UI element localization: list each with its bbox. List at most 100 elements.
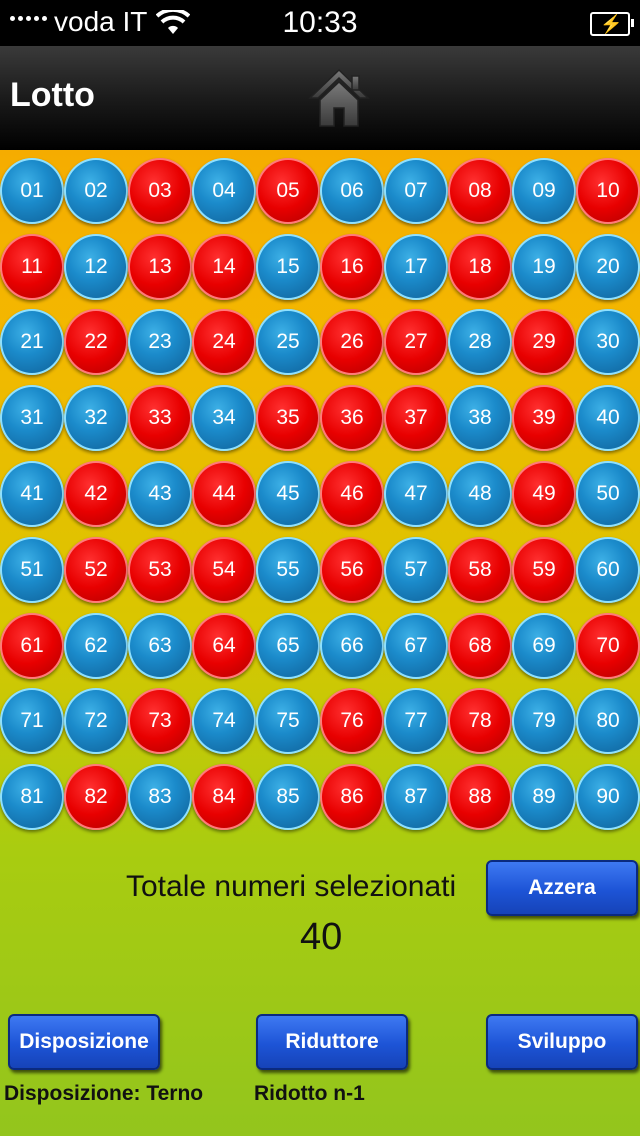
number-ball[interactable]: 71 — [0, 684, 64, 760]
number-ball[interactable]: 21 — [0, 305, 64, 381]
number-ball[interactable]: 44 — [192, 456, 256, 532]
number-ball[interactable]: 66 — [320, 608, 384, 684]
number-ball[interactable]: 68 — [448, 608, 512, 684]
number-ball[interactable]: 46 — [320, 456, 384, 532]
number-ball[interactable]: 18 — [448, 229, 512, 305]
number-ball[interactable]: 55 — [256, 532, 320, 608]
number-ball[interactable]: 34 — [192, 380, 256, 456]
number-ball[interactable]: 69 — [512, 608, 576, 684]
number-ball[interactable]: 20 — [576, 229, 640, 305]
number-ball[interactable]: 70 — [576, 608, 640, 684]
number-ball[interactable]: 87 — [384, 759, 448, 835]
number-ball[interactable]: 59 — [512, 532, 576, 608]
disposizione-info: Disposizione: Terno — [4, 1082, 204, 1105]
number-ball[interactable]: 82 — [64, 759, 128, 835]
number-ball[interactable]: 85 — [256, 759, 320, 835]
number-ball[interactable]: 31 — [0, 380, 64, 456]
number-ball[interactable]: 09 — [512, 153, 576, 229]
number-ball[interactable]: 83 — [128, 759, 192, 835]
number-ball[interactable]: 67 — [384, 608, 448, 684]
number-ball[interactable]: 32 — [64, 380, 128, 456]
number-ball[interactable]: 07 — [384, 153, 448, 229]
number-ball[interactable]: 26 — [320, 305, 384, 381]
disposizione-button[interactable]: Disposizione — [8, 1014, 160, 1070]
number-ball[interactable]: 17 — [384, 229, 448, 305]
number-ball[interactable]: 75 — [256, 684, 320, 760]
number-ball[interactable]: 39 — [512, 380, 576, 456]
number-ball[interactable]: 57 — [384, 532, 448, 608]
number-ball-label: 70 — [576, 612, 640, 679]
number-ball-label: 60 — [576, 536, 640, 603]
number-ball[interactable]: 88 — [448, 759, 512, 835]
number-ball[interactable]: 01 — [0, 153, 64, 229]
number-ball[interactable]: 48 — [448, 456, 512, 532]
number-ball[interactable]: 76 — [320, 684, 384, 760]
number-ball[interactable]: 58 — [448, 532, 512, 608]
number-ball[interactable]: 06 — [320, 153, 384, 229]
number-ball[interactable]: 29 — [512, 305, 576, 381]
number-ball[interactable]: 81 — [0, 759, 64, 835]
number-ball[interactable]: 77 — [384, 684, 448, 760]
number-ball[interactable]: 11 — [0, 229, 64, 305]
number-ball[interactable]: 28 — [448, 305, 512, 381]
number-ball-label: 89 — [512, 764, 576, 831]
number-ball[interactable]: 49 — [512, 456, 576, 532]
number-ball[interactable]: 90 — [576, 759, 640, 835]
number-ball[interactable]: 65 — [256, 608, 320, 684]
home-icon[interactable] — [308, 66, 370, 130]
number-ball[interactable]: 50 — [576, 456, 640, 532]
number-ball[interactable]: 62 — [64, 608, 128, 684]
number-ball[interactable]: 40 — [576, 380, 640, 456]
number-ball[interactable]: 52 — [64, 532, 128, 608]
number-ball[interactable]: 23 — [128, 305, 192, 381]
number-ball[interactable]: 56 — [320, 532, 384, 608]
number-ball[interactable]: 60 — [576, 532, 640, 608]
number-ball[interactable]: 80 — [576, 684, 640, 760]
number-ball[interactable]: 04 — [192, 153, 256, 229]
number-ball[interactable]: 02 — [64, 153, 128, 229]
number-ball[interactable]: 12 — [64, 229, 128, 305]
number-ball[interactable]: 30 — [576, 305, 640, 381]
number-ball[interactable]: 05 — [256, 153, 320, 229]
number-ball[interactable]: 78 — [448, 684, 512, 760]
number-ball[interactable]: 37 — [384, 380, 448, 456]
number-ball[interactable]: 08 — [448, 153, 512, 229]
number-ball[interactable]: 22 — [64, 305, 128, 381]
number-ball[interactable]: 19 — [512, 229, 576, 305]
number-ball[interactable]: 35 — [256, 380, 320, 456]
number-ball[interactable]: 51 — [0, 532, 64, 608]
number-ball[interactable]: 47 — [384, 456, 448, 532]
number-ball[interactable]: 15 — [256, 229, 320, 305]
azzera-button[interactable]: Azzera — [486, 860, 638, 916]
number-ball[interactable]: 64 — [192, 608, 256, 684]
number-ball[interactable]: 54 — [192, 532, 256, 608]
number-ball[interactable]: 53 — [128, 532, 192, 608]
riduttore-button[interactable]: Riduttore — [256, 1014, 408, 1070]
number-ball[interactable]: 41 — [0, 456, 64, 532]
number-ball[interactable]: 79 — [512, 684, 576, 760]
number-ball[interactable]: 27 — [384, 305, 448, 381]
number-ball[interactable]: 43 — [128, 456, 192, 532]
number-ball[interactable]: 72 — [64, 684, 128, 760]
number-ball[interactable]: 13 — [128, 229, 192, 305]
number-ball[interactable]: 45 — [256, 456, 320, 532]
number-ball[interactable]: 10 — [576, 153, 640, 229]
number-ball[interactable]: 33 — [128, 380, 192, 456]
number-ball[interactable]: 63 — [128, 608, 192, 684]
number-ball[interactable]: 24 — [192, 305, 256, 381]
number-ball[interactable]: 03 — [128, 153, 192, 229]
number-ball[interactable]: 36 — [320, 380, 384, 456]
number-ball[interactable]: 38 — [448, 380, 512, 456]
number-ball[interactable]: 86 — [320, 759, 384, 835]
sviluppo-button[interactable]: Sviluppo — [486, 1014, 638, 1070]
number-ball[interactable]: 61 — [0, 608, 64, 684]
status-bar: voda IT 10:33 ⚡ — [0, 0, 640, 46]
number-ball[interactable]: 42 — [64, 456, 128, 532]
number-ball[interactable]: 74 — [192, 684, 256, 760]
number-ball[interactable]: 16 — [320, 229, 384, 305]
number-ball[interactable]: 89 — [512, 759, 576, 835]
number-ball[interactable]: 73 — [128, 684, 192, 760]
number-ball[interactable]: 25 — [256, 305, 320, 381]
number-ball[interactable]: 84 — [192, 759, 256, 835]
number-ball[interactable]: 14 — [192, 229, 256, 305]
